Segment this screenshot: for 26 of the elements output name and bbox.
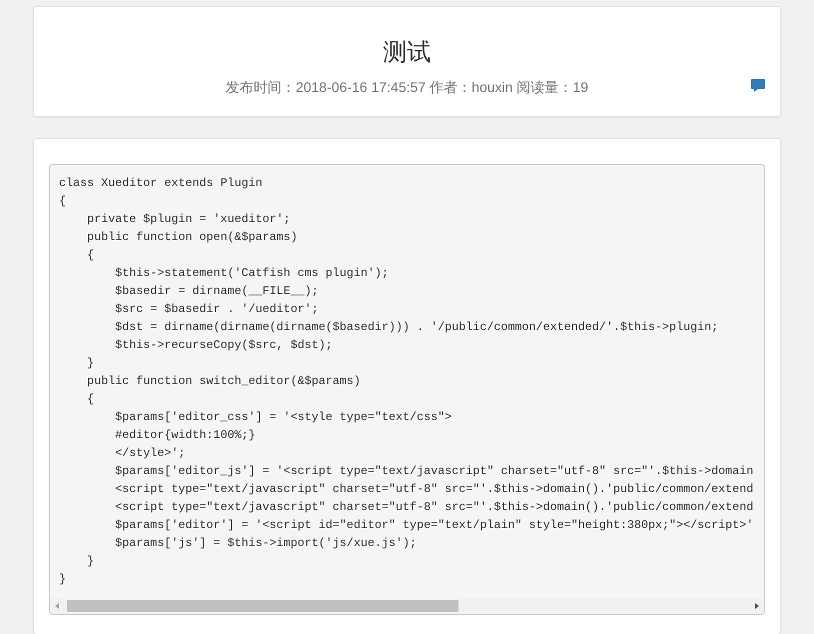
article-title: 测试 (383, 38, 431, 68)
comment-icon[interactable] (751, 79, 765, 92)
code-line: { (86, 247, 96, 264)
code-line: $basedir = dirname(__FILE__); (114, 283, 320, 300)
code-line: $dst = dirname(dirname(dirname($basedir))) . '/public/common/extended/'.$this->plugin; (114, 319, 720, 336)
code-line: } (59, 571, 68, 588)
code-line: $this->statement('Catfish cms plugin'); (114, 265, 390, 282)
code-line: public function open(&$params) (86, 229, 298, 246)
code-line: $params['editor'] = '<script id="editor" type="text/plain" style="height:380px;"></script>' (114, 517, 754, 534)
code-line: #editor{width:100%;} (114, 427, 256, 444)
code-line: $this->recurseCopy($src, $dst); (114, 337, 334, 354)
code-line: $params['js'] = $this->import('js/xue.js'); (114, 535, 418, 552)
article-meta: 发布时间：2018-06-16 17:45:57 作者：houxin 阅读量：19 (226, 78, 588, 96)
code-line: <script type="text/javascript" charset="utf-8" src="'.$this->domain().'public/common/extend (114, 499, 754, 516)
code-line: <script type="text/javascript" charset="utf-8" src="'.$this->domain().'public/common/extend (114, 481, 754, 498)
code-line: } (86, 355, 96, 372)
code-line: $params['editor_js'] = '<script type="text/javascript" charset="utf-8" src="'.$this->domain (114, 463, 754, 480)
code-line: $src = $basedir . '/ueditor'; (114, 301, 320, 318)
code-line: public function switch_editor(&$params) (86, 373, 362, 390)
code-line: private $plugin = 'xueditor'; (86, 211, 292, 228)
code-line: $params['editor_css'] = '<style type="text/css"> (114, 409, 453, 426)
code-line: class Xueditor extends Plugin (59, 175, 264, 192)
code-line: { (86, 391, 96, 408)
code-line: </style>'; (114, 445, 186, 462)
code-line: { (59, 193, 68, 210)
code-line: } (86, 553, 96, 570)
